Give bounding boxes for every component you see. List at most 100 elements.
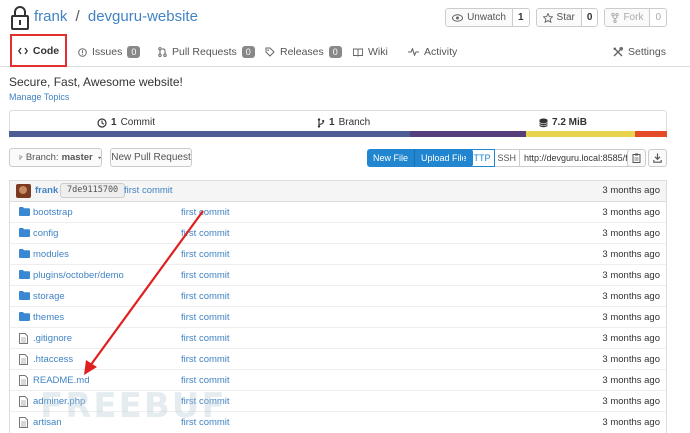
code-icon (17, 47, 28, 54)
language-bar[interactable] (9, 131, 667, 137)
star-icon (542, 12, 553, 23)
file-icon (19, 375, 28, 386)
branches-count: 1 (329, 117, 335, 128)
file-icon (19, 396, 28, 407)
file-name-link[interactable]: plugins/october/demo (33, 270, 124, 281)
unwatch-button[interactable]: Unwatch 1 (445, 8, 530, 27)
releases-count-badge: 0 (328, 46, 342, 58)
branch-dropdown[interactable]: Branch: master (9, 148, 102, 167)
table-row: storage first commit 3 months ago (10, 286, 666, 307)
language-segment-3[interactable] (525, 131, 636, 137)
file-actions: New File Upload File (367, 149, 473, 167)
fork-label: Fork (623, 12, 644, 23)
unwatch-label: Unwatch (467, 12, 506, 23)
file-icon (19, 354, 28, 365)
commit-message-link[interactable]: first commit (124, 185, 173, 196)
branches-stat[interactable]: 1 Branch (317, 117, 370, 128)
file-commit-time: 3 months ago (602, 291, 660, 302)
size-stat: 7.2 MiB (539, 117, 587, 128)
fork-count[interactable]: 0 (649, 9, 666, 26)
file-commit-message-link[interactable]: first commit (181, 354, 230, 365)
watch-count[interactable]: 1 (511, 9, 529, 26)
ssh-protocol-button[interactable]: SSH (494, 149, 521, 167)
table-row: themes first commit 3 months ago (10, 307, 666, 328)
new-pull-request-button[interactable]: New Pull Request (110, 148, 192, 167)
tab-issues[interactable]: Issues 0 (78, 38, 141, 66)
file-commit-message-link[interactable]: first commit (181, 249, 230, 260)
table-row: modules first commit 3 months ago (10, 244, 666, 265)
repo-actions: Unwatch 1 Star 0 Fork 0 (445, 8, 667, 27)
issue-icon (78, 47, 87, 57)
star-count[interactable]: 0 (580, 9, 598, 26)
commit-time: 3 months ago (602, 185, 660, 196)
table-row: bootstrap first commit 3 months ago (10, 202, 666, 223)
tab-code-label: Code (32, 44, 60, 57)
tab-activity-label: Activity (424, 46, 458, 58)
file-commit-message-link[interactable]: first commit (181, 375, 230, 386)
language-segment-1[interactable] (9, 131, 410, 137)
http-protocol-button[interactable]: HTTP (463, 149, 495, 167)
file-commit-message-link[interactable]: first commit (181, 312, 230, 323)
file-commit-message-link[interactable]: first commit (181, 207, 230, 218)
file-icon (19, 396, 28, 410)
tab-releases[interactable]: Releases 0 (265, 38, 342, 66)
file-name-link[interactable]: themes (33, 312, 64, 323)
download-button[interactable] (648, 149, 667, 167)
repo-tabs: Code Issues 0 Pull Requests 0 Releases 0… (0, 34, 690, 67)
clone-url-input[interactable]: http://devguru.local:8585/frank/d (520, 149, 634, 167)
file-commit-time: 3 months ago (602, 375, 660, 386)
folder-icon (19, 312, 30, 321)
file-name-link[interactable]: bootstrap (33, 207, 73, 218)
language-segment-2[interactable] (409, 131, 526, 137)
file-commit-message-link[interactable]: first commit (181, 291, 230, 302)
file-commit-message-link[interactable]: first commit (181, 228, 230, 239)
download-icon (653, 153, 662, 163)
file-name-link[interactable]: storage (33, 291, 65, 302)
file-name-link[interactable]: modules (33, 249, 69, 260)
file-commit-time: 3 months ago (602, 354, 660, 365)
folder-icon (19, 249, 30, 258)
language-segment-4[interactable] (635, 131, 667, 137)
book-icon (353, 48, 363, 57)
file-name-link[interactable]: config (33, 228, 58, 239)
tab-settings[interactable]: Settings (613, 38, 666, 66)
issues-count-badge: 0 (127, 46, 141, 58)
file-name-link[interactable]: .htaccess (33, 354, 73, 365)
tab-issues-label: Issues (92, 46, 123, 58)
new-file-button[interactable]: New File (367, 149, 415, 167)
branch-icon (317, 117, 325, 128)
pulse-icon (408, 48, 419, 56)
tab-code[interactable]: Code (10, 34, 67, 67)
repo-size: 7.2 MiB (552, 117, 588, 128)
tab-wiki[interactable]: Wiki (353, 38, 388, 66)
file-name-link[interactable]: README.md (33, 375, 89, 386)
file-commit-time: 3 months ago (602, 396, 660, 407)
folder-icon (19, 228, 30, 237)
commit-author-link[interactable]: frank (35, 185, 58, 196)
fork-button[interactable]: Fork 0 (604, 8, 667, 27)
file-commit-message-link[interactable]: first commit (181, 270, 230, 281)
clone-panel: HTTP SSH http://devguru.local:8585/frank… (463, 149, 634, 167)
repo-title: frank / devguru-website (34, 8, 198, 26)
file-name-link[interactable]: .gitignore (33, 333, 72, 344)
repo-owner-link[interactable]: frank (34, 8, 67, 25)
tab-pull-requests[interactable]: Pull Requests 0 (158, 38, 255, 66)
tab-activity[interactable]: Activity (408, 38, 457, 66)
tab-settings-label: Settings (628, 46, 666, 58)
file-commit-time: 3 months ago (602, 207, 660, 218)
copy-url-button[interactable] (627, 149, 646, 167)
watermark: FREEBUF (40, 386, 227, 426)
folder-icon (19, 270, 30, 282)
tab-releases-label: Releases (280, 46, 324, 58)
file-commit-message-link[interactable]: first commit (181, 333, 230, 344)
avatar[interactable] (16, 184, 31, 198)
commits-stat[interactable]: 1 Commit (97, 117, 155, 128)
manage-topics-link[interactable]: Manage Topics (9, 92, 69, 102)
caret-down-icon (97, 156, 101, 159)
star-button[interactable]: Star 0 (535, 8, 599, 27)
pull-requests-count-badge: 0 (241, 46, 255, 58)
commit-sha-button[interactable]: 7de9115700 (60, 183, 126, 198)
commits-count: 1 (111, 117, 117, 128)
repo-name-link[interactable]: devguru-website (88, 8, 198, 25)
latest-commit-row: frank 7de9115700 first commit 3 months a… (10, 181, 666, 202)
